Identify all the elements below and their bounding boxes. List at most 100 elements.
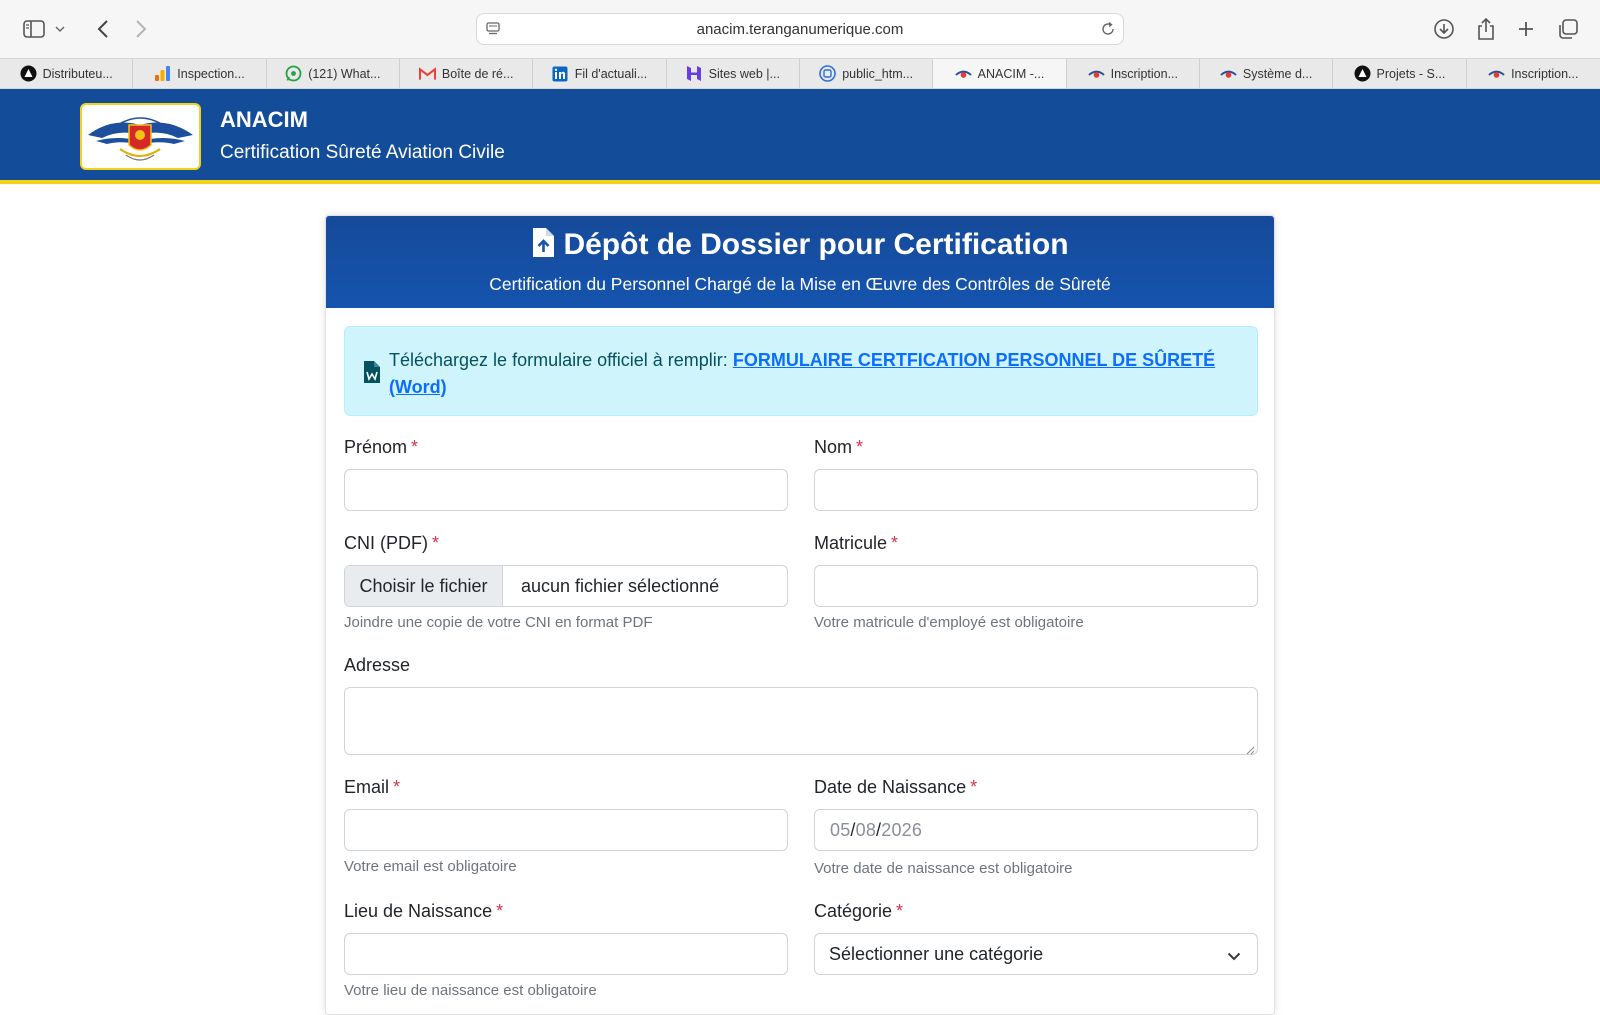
tab-overview-icon[interactable] <box>1555 16 1581 42</box>
anacim-logo[interactable] <box>80 103 201 170</box>
matricule-label: Matricule * <box>814 533 899 553</box>
date-naissance-label: Date de Naissance * <box>814 777 978 797</box>
choose-file-button[interactable]: Choisir le fichier <box>345 566 503 606</box>
browser-tab[interactable]: Distributeu... <box>0 59 134 88</box>
tab-label: Inscription... <box>1110 66 1178 81</box>
tab-label: public_htm... <box>842 66 914 81</box>
tab-label: Sites web |... <box>708 66 780 81</box>
email-help: Votre email est obligatoire <box>344 858 517 875</box>
reload-icon[interactable] <box>1099 20 1117 38</box>
categorie-select[interactable]: Sélectionner une catégorie <box>814 933 1258 975</box>
browser-tab[interactable]: Système d... <box>1200 59 1334 88</box>
whatsapp-icon <box>285 65 302 82</box>
browser-tab[interactable]: Inspection... <box>133 59 267 88</box>
lieu-naissance-help: Votre lieu de naissance est obligatoire <box>344 982 597 999</box>
browser-tab[interactable]: Sites web |... <box>667 59 800 88</box>
browser-tab-active[interactable]: ANACIM -... <box>933 59 1067 88</box>
tab-label: Projets - S... <box>1376 66 1446 81</box>
resize-handle-icon[interactable] <box>1245 742 1255 755</box>
browser-tab[interactable]: Boîte de ré... <box>400 59 534 88</box>
brand-subtitle: Certification Sûreté Aviation Civile <box>220 142 505 163</box>
nom-input[interactable] <box>814 469 1258 511</box>
lieu-naissance-label: Lieu de Naissance * <box>344 901 504 921</box>
brand-name: ANACIM <box>220 107 308 132</box>
date-month[interactable]: 08 <box>856 820 876 840</box>
card-header: Dépôt de Dossier pour Certification Cert… <box>326 216 1274 308</box>
cni-help: Joindre une copie de votre CNI en format… <box>344 614 653 631</box>
chevron-down-icon[interactable] <box>52 16 68 42</box>
required-asterisk: * <box>496 901 504 921</box>
hostinger-icon <box>686 65 703 82</box>
categorie-selected: Sélectionner une catégorie <box>829 944 1044 964</box>
anacim-icon <box>1488 65 1505 82</box>
date-day[interactable]: 05 <box>830 820 850 840</box>
share-icon[interactable] <box>1473 16 1499 42</box>
required-asterisk: * <box>896 901 904 921</box>
file-upload-icon <box>531 227 555 266</box>
download-alert: Téléchargez le formulaire officiel à rem… <box>344 326 1258 416</box>
analytics-icon <box>154 65 171 82</box>
chevron-down-icon <box>1227 948 1241 966</box>
browser-tab[interactable]: Fil d'actuali... <box>533 59 667 88</box>
required-asterisk: * <box>432 533 440 553</box>
browser-toolbar: anacim.teranganumerique.com <box>0 0 1600 58</box>
card-title-text: Dépôt de Dossier pour Certification <box>563 228 1069 261</box>
email-input[interactable] <box>344 809 788 851</box>
alert-message: Téléchargez le formulaire officiel à rem… <box>389 350 728 370</box>
back-icon[interactable] <box>90 16 116 42</box>
browser-tab[interactable]: Projets - S... <box>1333 59 1467 88</box>
required-asterisk: * <box>393 777 401 797</box>
cni-file-input[interactable]: Choisir le fichier aucun fichier sélecti… <box>344 565 788 607</box>
prenom-label: Prénom * <box>344 437 419 457</box>
tab-label: Inscription... <box>1511 66 1579 81</box>
card-subtitle: Certification du Personnel Chargé de la … <box>489 274 1111 294</box>
date-naissance-help: Votre date de naissance est obligatoire <box>814 860 1073 877</box>
matricule-input[interactable] <box>814 565 1258 607</box>
linkedin-icon <box>552 65 569 82</box>
required-asterisk: * <box>970 777 978 797</box>
anacim-icon <box>1220 65 1237 82</box>
tab-label: Système d... <box>1242 66 1313 81</box>
date-naissance-input[interactable]: 05/08/2026 <box>814 809 1258 851</box>
anacim-icon <box>1087 65 1105 82</box>
downloads-icon[interactable] <box>1431 16 1457 42</box>
email-label: Email * <box>344 777 401 797</box>
adresse-label: Adresse <box>344 655 411 675</box>
new-tab-icon[interactable] <box>1513 16 1539 42</box>
lieu-naissance-input[interactable] <box>344 933 788 975</box>
tab-label: (121) What... <box>308 66 381 81</box>
required-asterisk: * <box>856 437 864 457</box>
browser-tab[interactable]: public_htm... <box>800 59 934 88</box>
browser-tab[interactable]: Inscription... <box>1067 59 1200 88</box>
categorie-label: Catégorie * <box>814 901 904 921</box>
prenom-input[interactable] <box>344 469 788 511</box>
selected-file-name: aucun fichier sélectionné <box>521 576 720 596</box>
tab-label: Fil d'actuali... <box>574 66 648 81</box>
browser-tab[interactable]: Inscription... <box>1467 59 1600 88</box>
alert-text: Téléchargez le formulaire officiel à rem… <box>389 347 1219 401</box>
tab-label: Distributeu... <box>42 66 113 81</box>
nom-label: Nom * <box>814 437 864 457</box>
tab-label: Boîte de ré... <box>441 66 514 81</box>
certification-card: Dépôt de Dossier pour Certification Cert… <box>325 215 1275 1015</box>
forward-icon[interactable] <box>128 16 154 42</box>
adresse-textarea[interactable] <box>344 687 1258 755</box>
sidebar-toggle-icon[interactable] <box>21 16 47 42</box>
triangle-logo-icon <box>1354 65 1371 82</box>
anacim-icon <box>954 65 972 82</box>
tab-label: Inspection... <box>177 66 245 81</box>
date-year[interactable]: 2026 <box>881 820 922 840</box>
address-bar[interactable]: anacim.teranganumerique.com <box>476 13 1124 45</box>
required-asterisk: * <box>891 533 899 553</box>
tab-bar: Distributeu... Inspection... (121) What.… <box>0 58 1600 89</box>
card-title: Dépôt de Dossier pour Certification <box>326 227 1274 266</box>
required-asterisk: * <box>411 437 419 457</box>
url-text: anacim.teranganumerique.com <box>696 21 904 38</box>
matricule-help: Votre matricule d'employé est obligatoir… <box>814 614 1084 631</box>
site-header: ANACIM Certification Sûreté Aviation Civ… <box>0 89 1600 184</box>
word-file-icon <box>363 360 381 389</box>
tab-label: ANACIM -... <box>977 66 1045 81</box>
date-value: 05/08/2026 <box>830 820 923 840</box>
browser-tab[interactable]: (121) What... <box>267 59 400 88</box>
triangle-logo-icon <box>20 65 37 82</box>
